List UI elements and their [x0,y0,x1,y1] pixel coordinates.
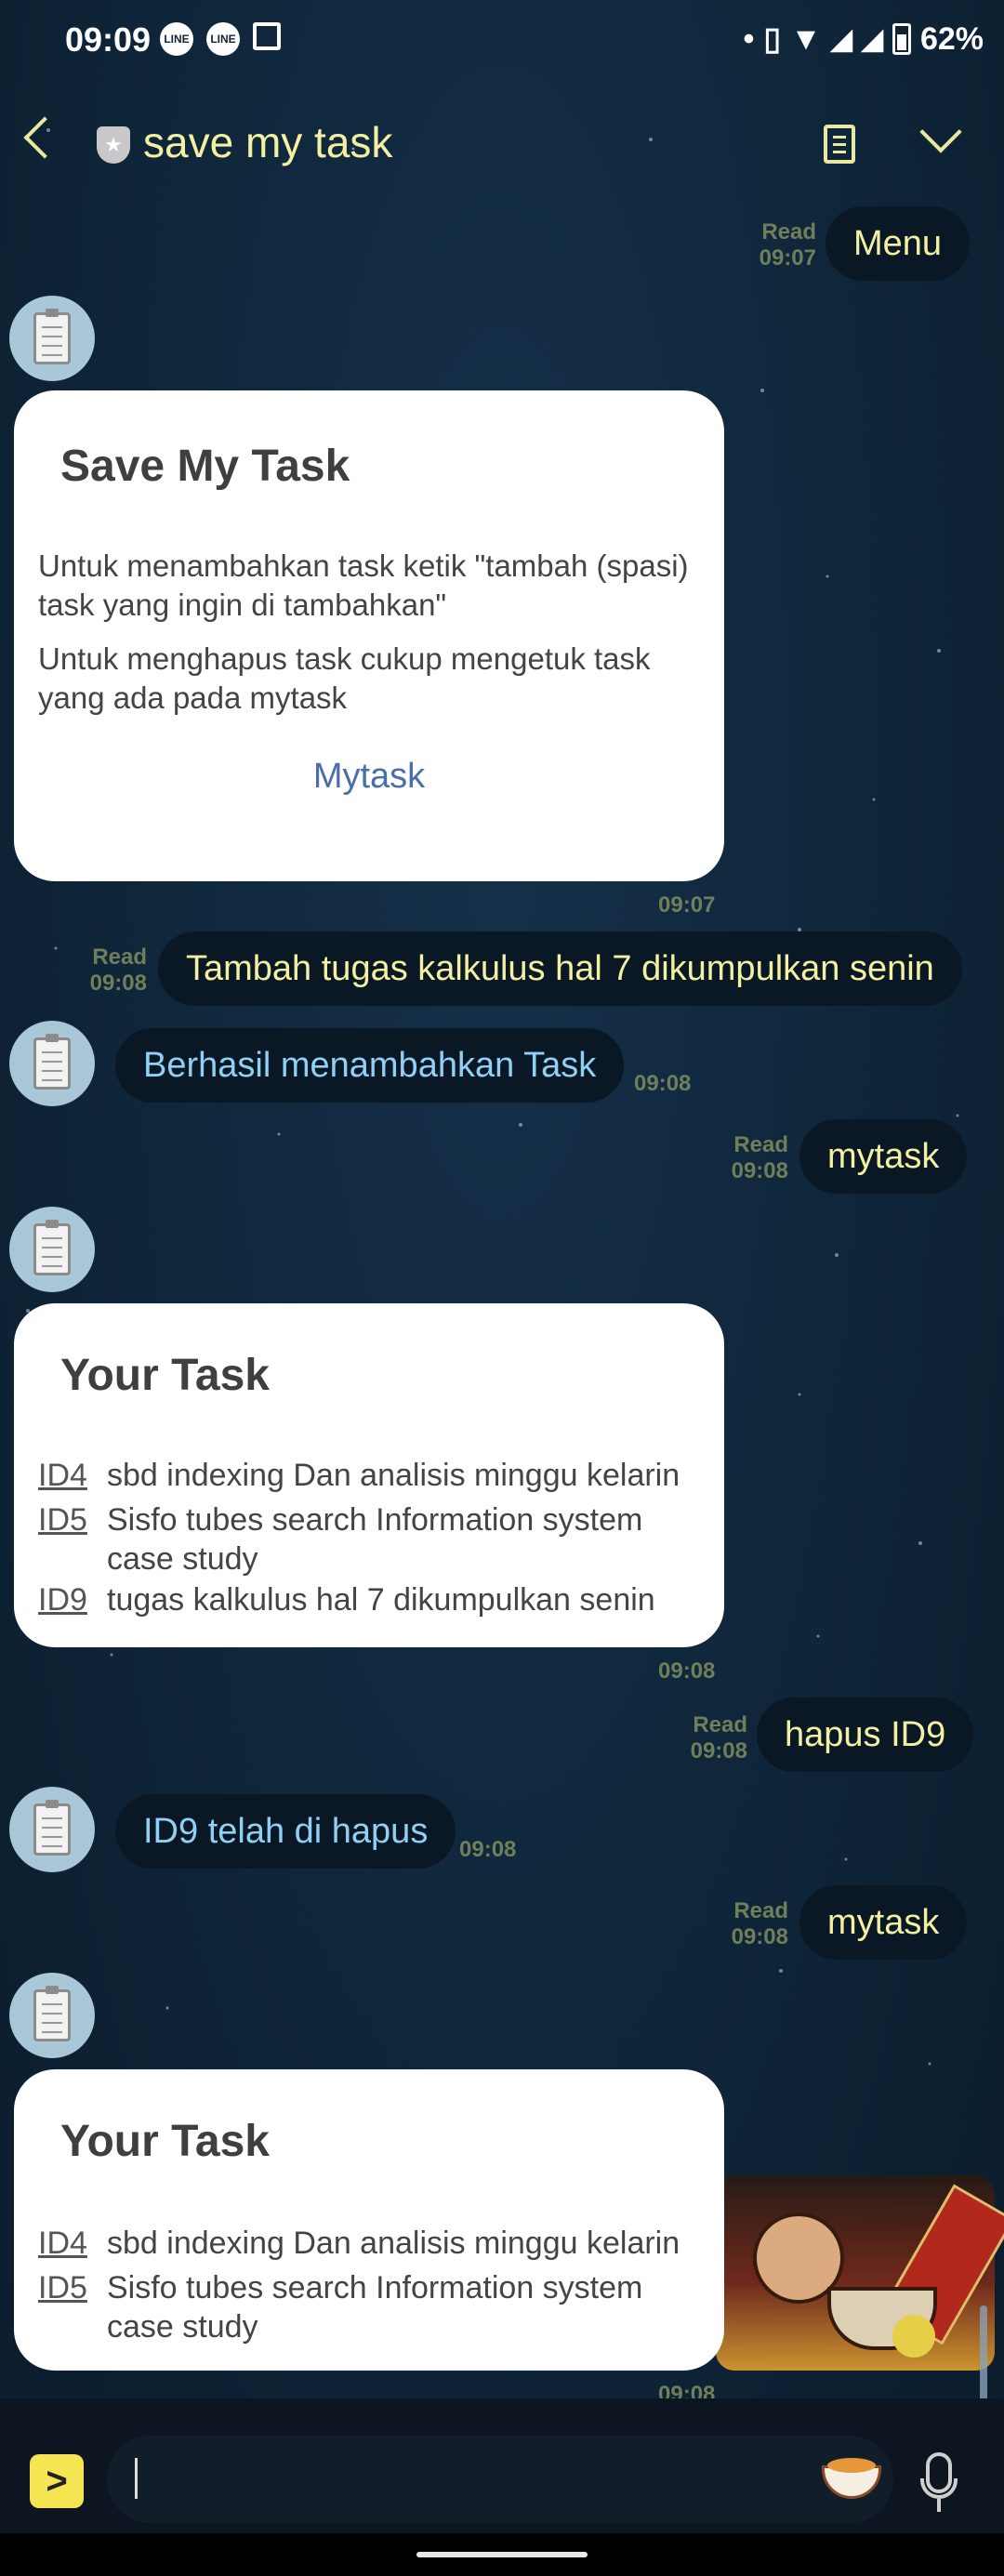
system-status: • ▯ ▼ ◢ ◢ 62% [744,20,984,58]
task-item[interactable]: ID4 sbd indexing Dan analisis minggu kel… [38,2224,711,2263]
task-list-card: Your Task ID4 sbd indexing Dan analisis … [14,2069,724,2371]
message-time: 09:08 [658,1658,716,1684]
task-id-link[interactable]: ID4 [38,2224,107,2263]
chat-title[interactable]: save my task [143,117,392,167]
notes-icon[interactable] [824,125,855,164]
expand-menu-button[interactable]: > [30,2454,84,2508]
bot-avatar[interactable] [9,1021,95,1106]
message-time: 09:08 [634,1071,692,1096]
clipboard-icon [33,1986,71,2041]
menu-card: Save My Task Untuk menambahkan task keti… [14,390,724,881]
task-item[interactable]: ID4 sbd indexing Dan analisis minggu kel… [38,1456,711,1495]
task-list-card: Your Task ID4 sbd indexing Dan analisis … [14,1303,724,1647]
read-receipt: Read [92,945,147,970]
task-item[interactable]: ID5 Sisfo tubes search Information syste… [38,2268,711,2346]
task-id-link[interactable]: ID5 [38,2268,107,2346]
message-time: 09:08 [690,1738,747,1764]
signal-sim1-icon: ◢ [830,23,852,55]
text-cursor [135,2458,138,2499]
sticker-noodle-icon[interactable] [818,2452,885,2501]
task-text: Sisfo tubes search Information system ca… [107,1502,643,1577]
signal-sim2-icon: ◢ [861,23,883,55]
bot-avatar[interactable] [9,1207,95,1292]
battery-icon [892,23,911,55]
card-title: Your Task [60,2117,270,2166]
mytask-link-button[interactable]: Mytask [14,757,724,797]
system-navigation-bar [0,2533,1004,2576]
my-message-bubble[interactable]: mytask [799,1119,968,1194]
bot-message-bubble[interactable]: Berhasil menambahkan Task [115,1028,625,1103]
message-meta: Read 09:08 [707,1132,788,1184]
message-time: 09:08 [731,1158,788,1183]
official-account-shield-icon: ★ [97,126,130,164]
clipboard-icon [33,309,71,364]
task-text: tugas kalkulus hal 7 dikumpulkan senin [107,1582,655,1618]
bot-avatar[interactable] [9,1787,95,1872]
task-text: sbd indexing Dan analisis minggu kelarin [107,1458,680,1493]
card-instruction-delete: Untuk menghapus task cukup mengetuk task… [38,641,651,715]
message-meta: Read 09:07 [734,219,816,271]
clipboard-icon [33,1800,71,1856]
my-message-bubble[interactable]: Tambah tugas kalkulus hal 7 dikumpulkan … [158,931,962,1006]
status-bar: 09:09 LINE LINE • ▯ ▼ ◢ ◢ 62% [0,0,1004,84]
read-receipt: Read [733,1898,788,1923]
chat-header: ★ save my task [0,102,1004,186]
message-time: 09:08 [89,971,147,996]
notification-icons: LINE LINE [160,22,281,56]
card-title: Save My Task [60,442,350,491]
bot-message-bubble[interactable]: ID9 telah di hapus [115,1794,456,1869]
message-time: 09:08 [459,1837,517,1862]
task-text: Sisfo tubes search Information system ca… [107,2270,643,2345]
vibrate-icon: ▯ [763,21,782,57]
microphone-stand [920,2478,958,2499]
read-receipt: Read [733,1132,788,1157]
battery-percent: 62% [919,20,984,57]
my-message-bubble[interactable]: Menu [826,206,971,281]
my-message-bubble[interactable]: mytask [799,1885,968,1960]
bot-avatar[interactable] [9,296,95,381]
task-text: sbd indexing Dan analisis minggu kelarin [107,2226,680,2261]
image-notification-icon [253,22,281,50]
message-meta: Read 09:08 [666,1712,747,1764]
message-time: 09:08 [731,1924,788,1949]
bird-decoration [892,2315,935,2358]
bot-avatar[interactable] [9,1973,95,2058]
wifi-icon: ▼ [790,20,822,57]
my-message-bubble[interactable]: hapus ID9 [757,1698,974,1772]
chat-theme-decoration [716,2175,1004,2371]
read-receipt: Read [693,1712,747,1737]
task-id-link[interactable]: ID4 [38,1456,107,1495]
card-title: Your Task [60,1351,270,1400]
home-gesture-pill[interactable] [416,2552,588,2557]
task-id-link[interactable]: ID9 [38,1580,107,1619]
card-instruction-add: Untuk menambahkan task ketik "tambah (sp… [38,548,689,622]
task-item[interactable]: ID9 tugas kalkulus hal 7 dikumpulkan sen… [38,1580,711,1619]
dot-icon: • [743,20,755,57]
read-receipt: Read [761,219,816,244]
task-id-link[interactable]: ID5 [38,1500,107,1579]
chevron-down-icon[interactable] [919,111,962,153]
message-input[interactable] [107,2436,893,2523]
line-notification-icon: LINE [160,22,193,56]
line-notification-icon: LINE [206,22,240,56]
task-item[interactable]: ID5 Sisfo tubes search Information syste… [38,1500,711,1579]
microphone-foot [937,2499,941,2512]
status-time: 09:09 [65,20,152,59]
message-time: 09:07 [759,245,816,271]
back-arrow-icon[interactable] [23,116,66,159]
message-meta: Read 09:08 [65,945,147,997]
clipboard-icon [33,1034,71,1090]
message-meta: Read 09:08 [707,1898,788,1950]
message-time: 09:07 [658,892,716,918]
clipboard-icon [33,1220,71,1275]
